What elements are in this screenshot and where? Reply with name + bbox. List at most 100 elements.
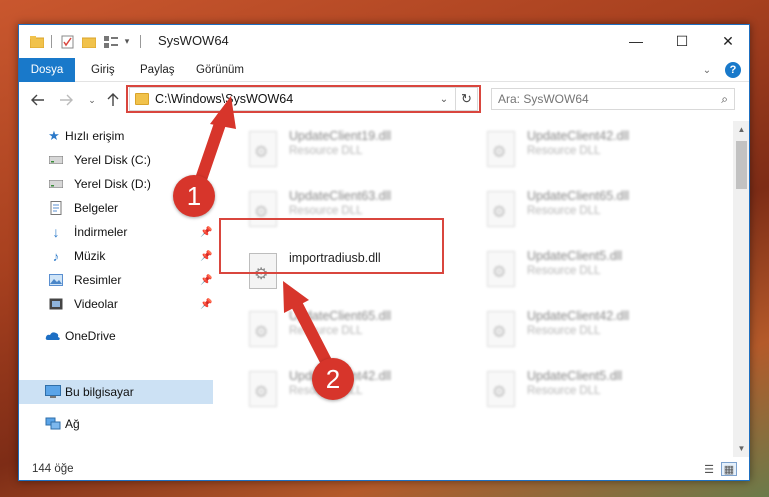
download-icon: ↓ [52, 224, 60, 240]
search-box[interactable]: ⌕ [491, 88, 735, 110]
sidebar-item-downloads[interactable]: ↓ İndirmeler 📌 [19, 220, 213, 244]
file-name: UpdateClient63.dll [289, 189, 392, 203]
window-title: SysWOW64 [158, 33, 229, 48]
title-separator [51, 35, 52, 48]
sidebar-item-label: Ağ [65, 417, 80, 431]
address-highlight-box [126, 85, 481, 113]
file-type: Resource DLL [289, 205, 363, 217]
file-name: UpdateClient5.dll [527, 249, 623, 263]
new-folder-icon[interactable] [81, 33, 97, 50]
details-view-icon[interactable]: ☰ [701, 462, 717, 476]
file-item[interactable]: ⚙ UpdateClient42.dll Resource DLL [479, 123, 699, 175]
sidebar-item-network[interactable]: Ağ [19, 412, 213, 436]
sidebar-item-music[interactable]: ♪ Müzik 📌 [19, 244, 213, 268]
sidebar-item-label: Müzik [74, 249, 106, 263]
forward-button[interactable] [55, 89, 77, 111]
file-type: Resource DLL [527, 265, 601, 277]
help-icon[interactable]: ? [725, 62, 741, 78]
properties-icon[interactable] [59, 33, 75, 50]
sidebar-item-label: Yerel Disk (D:) [74, 177, 151, 191]
computer-icon [45, 384, 61, 400]
file-name: UpdateClient19.dll [289, 129, 392, 143]
file-item[interactable]: ⚙ UpdateClient65.dll Resource DLL [479, 183, 699, 235]
pin-icon[interactable]: 📌 [200, 251, 212, 262]
scrollbar-thumb[interactable] [736, 141, 747, 189]
scroll-down-icon[interactable]: ▼ [733, 440, 749, 457]
drive-icon [48, 176, 64, 192]
dll-file-icon: ⚙ [249, 371, 277, 407]
file-type: Resource DLL [527, 145, 601, 157]
network-icon [45, 416, 61, 432]
file-list: ⚙ UpdateClient19.dll Resource DLL ⚙ Upda… [215, 121, 733, 457]
back-button[interactable] [27, 89, 49, 111]
sidebar-item-this-pc[interactable]: Bu bilgisayar [19, 380, 213, 404]
sidebar-item-label: Yerel Disk (C:) [74, 153, 151, 167]
file-name: UpdateClient42.dll [527, 129, 630, 143]
dll-file-icon: ⚙ [249, 311, 277, 347]
step-2-badge: 2 [312, 358, 354, 400]
file-item[interactable]: ⚙ UpdateClient5.dll Resource DLL [479, 243, 699, 295]
drive-icon [48, 152, 64, 168]
sidebar-item-videos[interactable]: Videolar 📌 [19, 292, 213, 316]
sidebar-item-local-disk-c[interactable]: Yerel Disk (C:) [19, 148, 213, 172]
customize-toolbar-chevron-icon[interactable]: ▾ [121, 33, 133, 50]
file-highlight-box [219, 218, 444, 274]
file-item[interactable]: ⚙ UpdateClient65.dll Resource DLL [241, 303, 461, 355]
sidebar-item-label: Resimler [74, 273, 122, 287]
title-separator [140, 35, 141, 48]
star-icon: ★ [48, 128, 60, 143]
music-icon: ♪ [52, 248, 60, 264]
minimize-button[interactable]: — [613, 25, 659, 57]
dll-file-icon: ⚙ [487, 311, 515, 347]
recent-locations-chevron-icon[interactable]: ⌄ [81, 89, 103, 111]
close-button[interactable]: ✕ [705, 25, 749, 57]
sidebar-item-label: Hızlı erişim [65, 129, 125, 143]
sidebar-item-quick-access[interactable]: ★ Hızlı erişim [19, 124, 213, 148]
sidebar-item-label: Videolar [74, 297, 118, 311]
step-1-badge: 1 [173, 175, 215, 217]
item-count: 144 öğe [32, 463, 74, 475]
dll-file-icon: ⚙ [487, 251, 515, 287]
up-button[interactable] [102, 89, 124, 111]
file-item[interactable]: ⚙ UpdateClient5.dll Resource DLL [479, 363, 699, 415]
cloud-icon [45, 328, 61, 344]
folder-icon [29, 33, 45, 50]
search-input[interactable] [498, 91, 698, 107]
scroll-up-icon[interactable]: ▲ [733, 121, 749, 138]
tab-home[interactable]: Giriş [91, 58, 115, 82]
tab-share[interactable]: Paylaş [140, 58, 175, 82]
sidebar-item-label: Bu bilgisayar [65, 385, 134, 399]
sidebar-item-label: OneDrive [65, 329, 116, 343]
tab-file[interactable]: Dosya [19, 58, 75, 82]
dll-file-icon: ⚙ [487, 131, 515, 167]
file-type: Resource DLL [289, 145, 363, 157]
sidebar-item-pictures[interactable]: Resimler 📌 [19, 268, 213, 292]
title-bar: ▾ SysWOW64 — ☐ ✕ [19, 25, 749, 58]
pin-icon[interactable]: 📌 [200, 299, 212, 310]
navigation-pane: ★ Hızlı erişim Yerel Disk (C:) Yerel Dis… [19, 121, 213, 457]
dll-file-icon: ⚙ [249, 131, 277, 167]
pictures-icon [48, 272, 64, 288]
expand-ribbon-chevron-icon[interactable]: ⌄ [699, 62, 715, 78]
file-item[interactable]: ⚙ UpdateClient19.dll Resource DLL [241, 123, 461, 175]
ribbon: Dosya Giriş Paylaş Görünüm ⌄ ? [19, 58, 749, 82]
documents-icon [48, 200, 64, 216]
vertical-scrollbar[interactable]: ▲ ▼ [733, 121, 749, 457]
large-icons-view-icon[interactable]: ▦ [721, 462, 737, 476]
tab-view[interactable]: Görünüm [196, 58, 244, 82]
sidebar-item-label: İndirmeler [74, 225, 128, 239]
search-icon[interactable]: ⌕ [721, 92, 728, 107]
file-name: UpdateClient65.dll [527, 189, 630, 203]
sidebar-item-onedrive[interactable]: OneDrive [19, 324, 213, 348]
file-name: UpdateClient5.dll [527, 369, 623, 383]
dll-file-icon: ⚙ [487, 191, 515, 227]
dll-file-icon: ⚙ [487, 371, 515, 407]
maximize-button[interactable]: ☐ [659, 25, 705, 57]
pin-icon[interactable]: 📌 [200, 227, 212, 238]
pin-icon[interactable]: 📌 [200, 275, 212, 286]
file-type: Resource DLL [527, 205, 601, 217]
view-options-icon[interactable] [103, 33, 119, 50]
file-name: UpdateClient42.dll [527, 309, 630, 323]
file-type: Resource DLL [289, 325, 363, 337]
file-item[interactable]: ⚙ UpdateClient42.dll Resource DLL [479, 303, 699, 355]
